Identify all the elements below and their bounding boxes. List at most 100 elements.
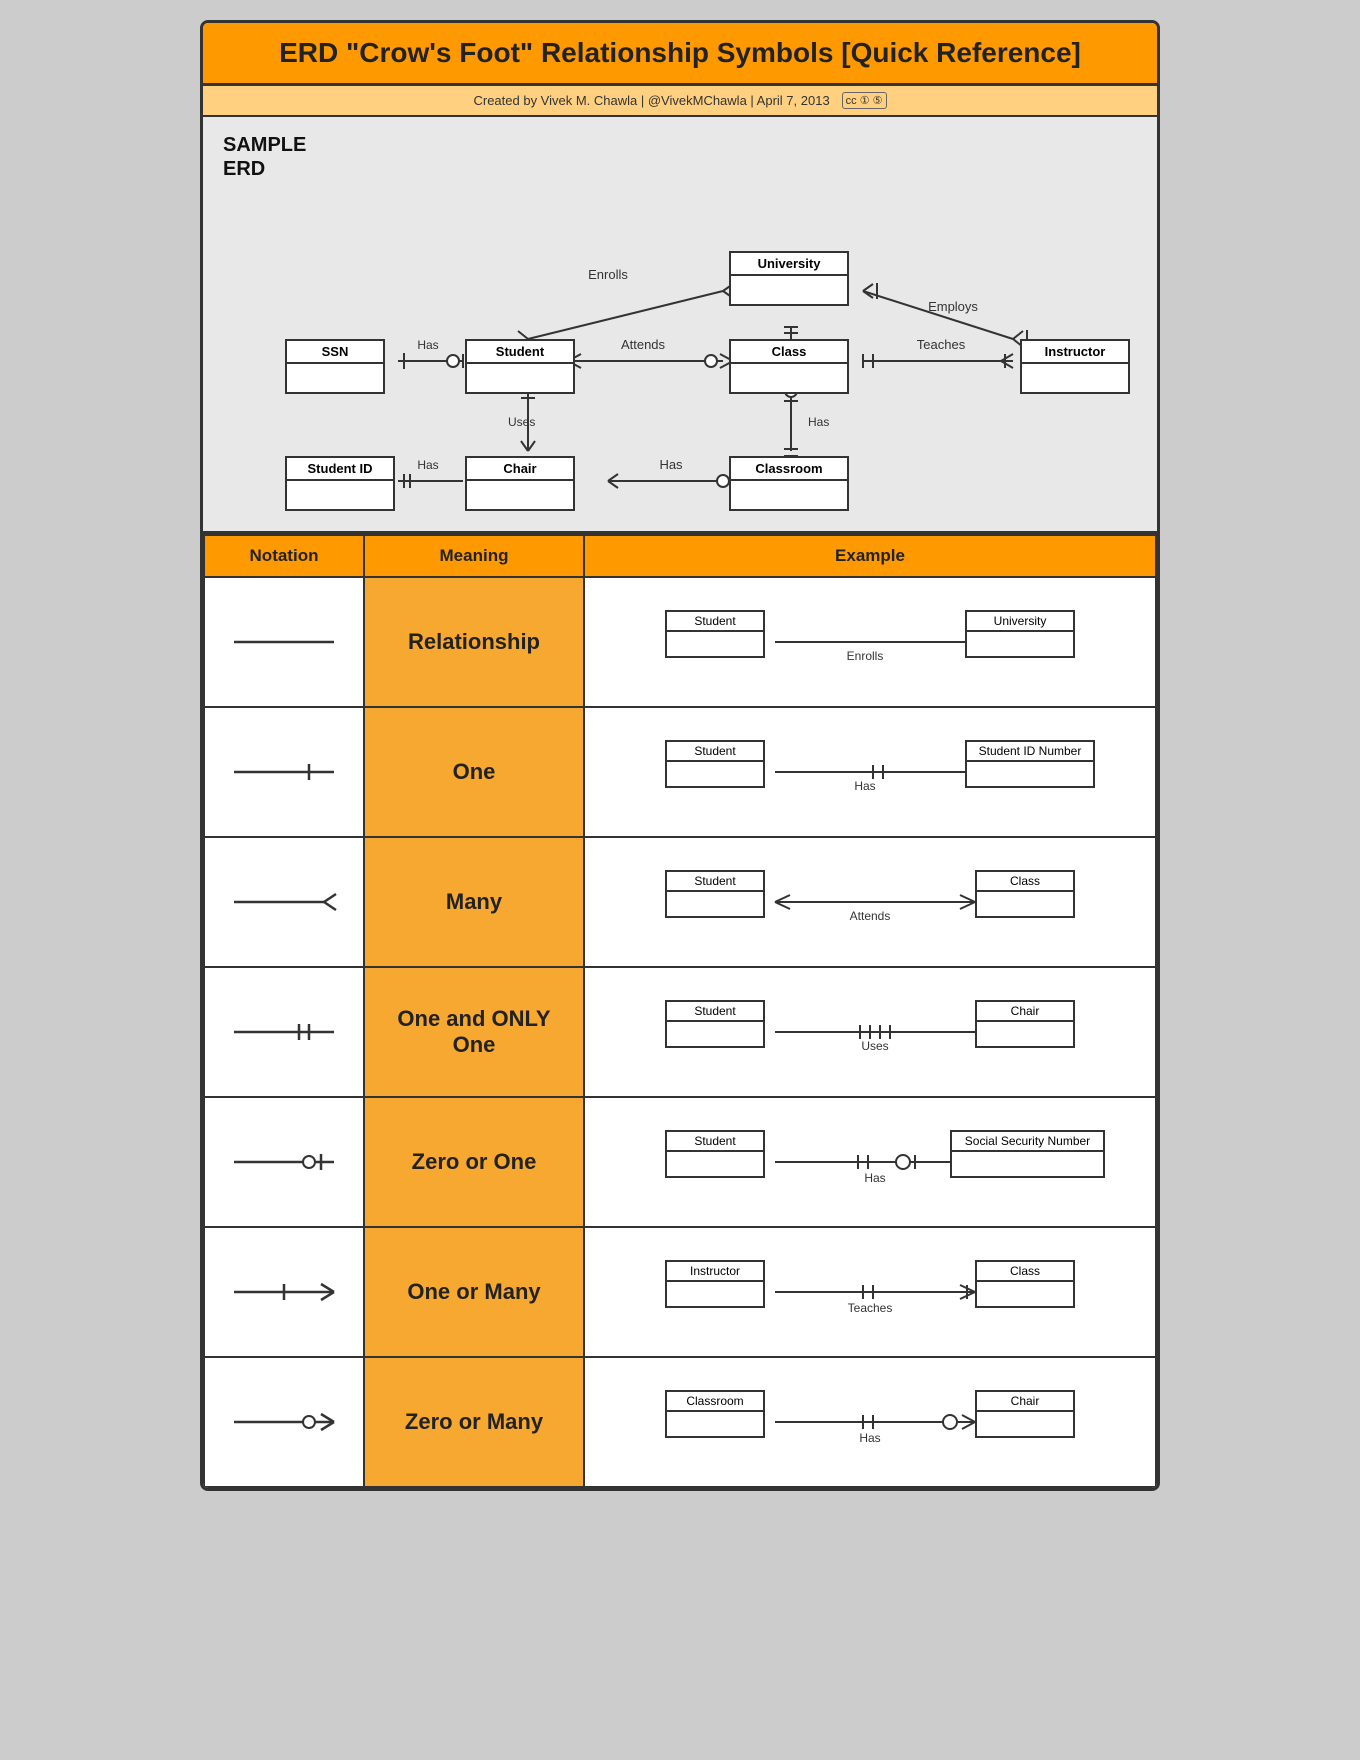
example-zero-many: Has Classroom Chair — [584, 1357, 1156, 1487]
erd-box-chair-title: Chair — [467, 458, 573, 481]
ex-box-sid-one-title: Student ID Number — [967, 742, 1093, 762]
notation-many — [204, 837, 364, 967]
ex-box-instr-onemany-title: Instructor — [667, 1262, 763, 1282]
notation-one-many — [204, 1227, 364, 1357]
row-relationship: Relationship Enrolls Student University — [204, 577, 1156, 707]
meaning-one-many: One or Many — [364, 1227, 584, 1357]
example-inner-one-only: Uses Student Chair — [605, 982, 1135, 1082]
svg-text:Uses: Uses — [508, 415, 535, 429]
example-many: Attends Student Class — [584, 837, 1156, 967]
row-one: One Has Student Student ID Number — [204, 707, 1156, 837]
ex-box-instr-onemany: Instructor — [665, 1260, 765, 1308]
erd-box-classroom: Classroom — [729, 456, 849, 511]
example-inner-one-many: Teaches Instructor Class — [605, 1242, 1135, 1342]
svg-text:Has: Has — [417, 458, 438, 472]
svg-text:Has: Has — [859, 1431, 880, 1445]
ex-box-student-one-title: Student — [667, 742, 763, 762]
example-inner-one: Has Student Student ID Number — [605, 722, 1135, 822]
example-inner-many: Attends Student Class — [605, 852, 1135, 952]
notation-zero-one — [204, 1097, 364, 1227]
ex-box-student-zoone-title: Student — [667, 1132, 763, 1152]
svg-text:Has: Has — [808, 415, 829, 429]
col-notation: Notation — [204, 535, 364, 577]
erd-box-ssn-title: SSN — [287, 341, 383, 364]
erd-box-class-title: Class — [731, 341, 847, 364]
ex-box-student-one: Student — [665, 740, 765, 788]
page: ERD "Crow's Foot" Relationship Symbols [… — [200, 20, 1160, 1491]
ex-box-class-zeromany-title: Classroom — [667, 1392, 763, 1412]
example-one-only: Uses Student Chair — [584, 967, 1156, 1097]
ex-box-chair-oneonly-title: Chair — [977, 1002, 1073, 1022]
ex-box-chair-zeromany-title: Chair — [977, 1392, 1073, 1412]
example-zero-one: Has Student Social Security Number — [584, 1097, 1156, 1227]
notation-svg-zero-one — [224, 1147, 344, 1177]
ex-box-ssn-zoone: Social Security Number — [950, 1130, 1105, 1178]
erd-box-chair: Chair — [465, 456, 575, 511]
svg-text:Attends: Attends — [621, 337, 666, 352]
svg-text:Enrolls: Enrolls — [588, 267, 628, 282]
ex-box-class-zeromany: Classroom — [665, 1390, 765, 1438]
ex-box-uni-rel: University — [965, 610, 1075, 658]
notation-svg-one-many — [224, 1277, 344, 1307]
notation-zero-many — [204, 1357, 364, 1487]
ex-box-student-many-title: Student — [667, 872, 763, 892]
row-one-only: One and ONLY One Uses Student — [204, 967, 1156, 1097]
example-one-many: Teaches Instructor Class — [584, 1227, 1156, 1357]
row-one-many: One or Many Teaches Ins — [204, 1227, 1156, 1357]
notation-svg-many — [224, 887, 344, 917]
subtitle-bar: Created by Vivek M. Chawla | @VivekMChaw… — [203, 86, 1157, 117]
meaning-many: Many — [364, 837, 584, 967]
erd-box-class: Class — [729, 339, 849, 394]
erd-box-instructor-title: Instructor — [1022, 341, 1128, 364]
ex-box-chair-oneonly: Chair — [975, 1000, 1075, 1048]
notation-relationship — [204, 577, 364, 707]
notation-svg-line — [224, 627, 344, 657]
erd-title: SAMPLEERD — [223, 133, 1137, 181]
svg-text:Has: Has — [854, 779, 875, 793]
ex-box-class-many-title: Class — [977, 872, 1073, 892]
svg-text:Teaches: Teaches — [917, 337, 966, 352]
example-relationship: Enrolls Student University — [584, 577, 1156, 707]
svg-text:Uses: Uses — [861, 1039, 888, 1053]
ex-box-uni-rel-title: University — [967, 612, 1073, 632]
erd-box-ssn: SSN — [285, 339, 385, 394]
meaning-relationship: Relationship — [364, 577, 584, 707]
svg-text:Enrolls: Enrolls — [847, 649, 884, 663]
erd-box-student: Student — [465, 339, 575, 394]
ex-box-class-onemany-title: Class — [977, 1262, 1073, 1282]
row-zero-one: Zero or One Has Student — [204, 1097, 1156, 1227]
meaning-zero-one: Zero or One — [364, 1097, 584, 1227]
erd-box-university: University — [729, 251, 849, 306]
notation-svg-zero-many — [224, 1407, 344, 1437]
ex-box-chair-zeromany: Chair — [975, 1390, 1075, 1438]
ex-box-class-many: Class — [975, 870, 1075, 918]
example-one: Has Student Student ID Number — [584, 707, 1156, 837]
page-title: ERD "Crow's Foot" Relationship Symbols [… — [203, 23, 1157, 86]
erd-box-studentid-title: Student ID — [287, 458, 393, 481]
notation-svg-one-only — [224, 1017, 344, 1047]
ex-box-student-oneonly-title: Student — [667, 1002, 763, 1022]
ex-box-student-oneonly: Student — [665, 1000, 765, 1048]
example-inner-zero-many: Has Classroom Chair — [605, 1372, 1135, 1472]
subtitle-text: Created by Vivek M. Chawla | @VivekMChaw… — [473, 93, 829, 108]
table-header-row: Notation Meaning Example — [204, 535, 1156, 577]
ex-box-class-onemany: Class — [975, 1260, 1075, 1308]
erd-box-studentid: Student ID — [285, 456, 395, 511]
ex-box-sid-one: Student ID Number — [965, 740, 1095, 788]
svg-text:Has: Has — [864, 1171, 885, 1185]
notation-one-only — [204, 967, 364, 1097]
example-inner-relationship: Enrolls Student University — [605, 592, 1135, 692]
ex-box-student-rel: Student — [665, 610, 765, 658]
erd-box-student-title: Student — [467, 341, 573, 364]
erd-box-classroom-title: Classroom — [731, 458, 847, 481]
svg-text:Has: Has — [659, 457, 683, 472]
svg-text:Has: Has — [417, 338, 438, 352]
erd-box-university-title: University — [731, 253, 847, 276]
row-many: Many Attends Student — [204, 837, 1156, 967]
erd-section: SAMPLEERD Enrolls — [203, 117, 1157, 534]
license-icons: cc ① ⑤ — [842, 92, 887, 109]
ex-box-ssn-zoone-title: Social Security Number — [952, 1132, 1103, 1152]
svg-text:Attends: Attends — [850, 909, 891, 923]
notation-one — [204, 707, 364, 837]
col-example: Example — [584, 535, 1156, 577]
